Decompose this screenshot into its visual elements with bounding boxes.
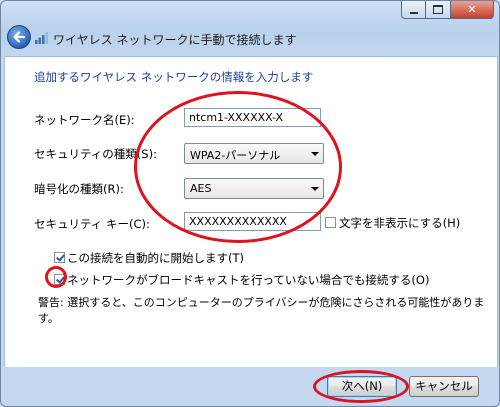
encryption-type-label: 暗号化の種類(R):: [34, 182, 124, 196]
close-button[interactable]: ✕: [451, 1, 494, 19]
hide-characters-checkbox[interactable]: [325, 217, 336, 228]
maximize-icon: [433, 5, 443, 14]
annotation-oval-fields: [134, 91, 342, 243]
maximize-button[interactable]: [426, 1, 451, 19]
minimize-button[interactable]: [401, 1, 426, 19]
wireless-network-icon: [35, 32, 48, 44]
annotation-oval-checkbox: [45, 266, 67, 288]
close-icon: ✕: [467, 3, 477, 16]
hide-characters-label: 文字を非表示にする(H): [339, 216, 461, 230]
security-key-label: セキュリティ キー(C):: [34, 217, 150, 231]
window-title: ワイヤレス ネットワークに手動で接続します: [53, 33, 297, 47]
connect-hidden-label: ネットワークがブロードキャストを行っていない場合でも接続する(O): [67, 273, 430, 287]
minimize-icon: [409, 11, 418, 14]
cancel-button[interactable]: キャンセル: [409, 376, 479, 397]
page-heading: 追加するワイヤレス ネットワークの情報を入力します: [34, 70, 314, 84]
back-arrow-icon: [13, 31, 26, 43]
warning-text: 警告: 選択すると、このコンピューターのプライバシーが危険にさらされる可能性があ…: [38, 296, 485, 325]
network-name-label: ネットワーク名(E):: [34, 113, 135, 127]
back-button[interactable]: [7, 25, 31, 49]
auto-connect-label: この接続を自動的に開始します(T): [67, 251, 244, 265]
auto-connect-checkbox[interactable]: [54, 252, 65, 263]
dialog-window: ✕ ワイヤレス ネットワークに手動で接続します 追加するワイヤレス ネットワーク…: [0, 0, 500, 407]
annotation-oval-next: [313, 370, 409, 403]
window-controls: ✕: [401, 1, 494, 19]
